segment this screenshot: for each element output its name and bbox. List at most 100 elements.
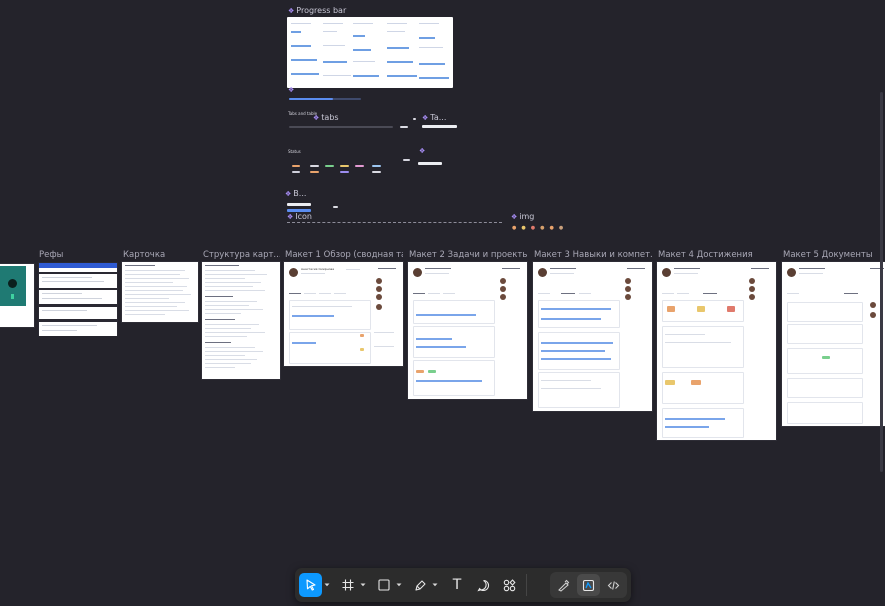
chevron-down-icon [360, 583, 366, 587]
button-component[interactable] [287, 203, 311, 206]
text-icon: T [452, 577, 462, 593]
move-tool-dropdown[interactable] [322, 573, 332, 597]
avatar [413, 268, 422, 277]
component-img-label[interactable]: ❖ img [511, 212, 534, 221]
status-component-label[interactable]: ❖ [419, 147, 427, 155]
component-icon: ❖ [288, 7, 295, 15]
status-chip[interactable] [372, 165, 381, 167]
component-icon: ❖ [511, 213, 518, 221]
component-progress-bar-label[interactable]: ❖ Progress bar [288, 6, 346, 15]
component-icon-label[interactable]: ❖ Icon [287, 212, 312, 221]
image-thumb: ● [549, 225, 554, 231]
slider-component-label: ❖ [288, 86, 296, 94]
status-chip[interactable] [355, 165, 364, 167]
frame-title[interactable]: Макет 2 Задачи и проекты [409, 250, 527, 260]
frame-card[interactable] [122, 262, 198, 322]
icon-set-row[interactable] [287, 222, 502, 224]
frame-layout-1-overview[interactable]: Анастасия Смирнова [284, 262, 403, 366]
progress-bar-component-sheet[interactable] [287, 17, 453, 88]
profile-name: Анастасия Смирнова [301, 267, 335, 271]
dev-mode-icon [607, 580, 620, 590]
frame-title[interactable]: Макет 3 Навыки и компет... [534, 250, 652, 260]
component-icon: ❖ [422, 114, 429, 122]
ref-card[interactable] [39, 307, 117, 319]
shape-tool-dropdown[interactable] [394, 573, 404, 597]
image-thumb: ● [530, 225, 536, 231]
frame-tool-button[interactable] [338, 573, 358, 597]
status-component-variant[interactable] [403, 159, 410, 161]
comment-icon [476, 579, 489, 591]
ref-card[interactable] [39, 290, 117, 304]
image-thumb: ● [512, 225, 517, 231]
table-component[interactable] [422, 125, 457, 128]
frame-card-structure[interactable] [202, 262, 280, 379]
status-chip[interactable] [372, 171, 381, 173]
avatar [538, 268, 547, 277]
frame-refs[interactable] [38, 262, 118, 336]
toolbar-divider [526, 574, 527, 596]
component-tabs-label[interactable]: ❖ tabs [313, 113, 339, 122]
image-thumb: ● [558, 225, 564, 231]
frame-tool-dropdown[interactable] [358, 573, 368, 597]
draw-mode-button[interactable] [552, 574, 575, 596]
comment-tool-button[interactable] [472, 573, 494, 597]
rectangle-icon [378, 579, 390, 591]
component-icon: ❖ [313, 114, 320, 122]
image-icons-row[interactable]: ● ● ● ● ● ● [512, 225, 563, 231]
dev-mode-button[interactable] [602, 574, 625, 596]
status-section-label: Status [288, 149, 301, 154]
pen-tool-dropdown[interactable] [430, 573, 440, 597]
component-icon: ❖ [287, 213, 294, 221]
frame-title[interactable]: Структура карт... [203, 250, 280, 260]
draw-mode-icon [558, 579, 570, 592]
logo-icon [8, 279, 17, 288]
frame-layout-3-skills[interactable] [533, 262, 652, 411]
component-table-label[interactable]: ❖ Ta... [422, 113, 446, 122]
slider-fill [289, 98, 333, 100]
status-chip[interactable] [292, 165, 300, 167]
frame-layout-5-documents[interactable] [782, 262, 885, 426]
ref-card[interactable] [39, 263, 117, 272]
text-tool-button[interactable]: T [446, 573, 468, 597]
vertical-scrollbar[interactable] [880, 92, 883, 472]
shape-tool-button[interactable] [374, 573, 394, 597]
component-icon: ❖ [419, 147, 426, 155]
status-chip[interactable] [340, 171, 349, 173]
actions-icon [503, 578, 516, 591]
design-canvas[interactable]: ❖ Progress bar ❖ Tabs and table ❖ tabs ❖ Ta… [0, 0, 885, 606]
logo-mark [11, 294, 14, 299]
status-chip[interactable] [310, 171, 319, 173]
actions-tool-button[interactable] [498, 573, 520, 597]
ref-card[interactable] [39, 322, 117, 336]
status-chip[interactable] [340, 165, 349, 167]
frame-layout-2-tasks[interactable] [408, 262, 527, 399]
ref-card[interactable] [39, 274, 117, 288]
component-button-label[interactable]: ❖ B... [285, 189, 306, 198]
component-icon: ❖ [288, 86, 295, 94]
avatar [787, 268, 796, 277]
tabs-component-item[interactable] [400, 126, 408, 128]
status-chip[interactable] [325, 165, 334, 167]
frame-title[interactable]: Макет 4 Достижения [658, 250, 776, 260]
frame-title[interactable]: Карточка [123, 250, 199, 260]
frame-title[interactable]: Макет 1 Обзор (сводная та... [285, 250, 403, 260]
frame-layout-4-achievements[interactable] [657, 262, 776, 440]
tabs-component[interactable] [289, 126, 393, 128]
avatar [289, 268, 298, 277]
move-tool-button[interactable] [299, 573, 322, 597]
chevron-down-icon [432, 583, 438, 587]
avatar [662, 268, 671, 277]
pen-tool-button[interactable] [410, 573, 430, 597]
image-thumb: ● [521, 225, 526, 231]
mode-switcher [550, 572, 627, 598]
status-chip[interactable] [292, 171, 300, 173]
cursor-icon [305, 579, 316, 591]
frame-title[interactable]: Макет 5 Документы [783, 250, 883, 260]
design-mode-button[interactable] [577, 574, 600, 596]
status-component[interactable] [418, 162, 442, 165]
frame-unnamed[interactable] [0, 264, 34, 327]
button-component-small[interactable] [333, 206, 338, 208]
status-chip[interactable] [310, 165, 319, 167]
bottom-toolbar: T [295, 568, 631, 602]
frame-title[interactable]: Рефы [39, 250, 117, 260]
